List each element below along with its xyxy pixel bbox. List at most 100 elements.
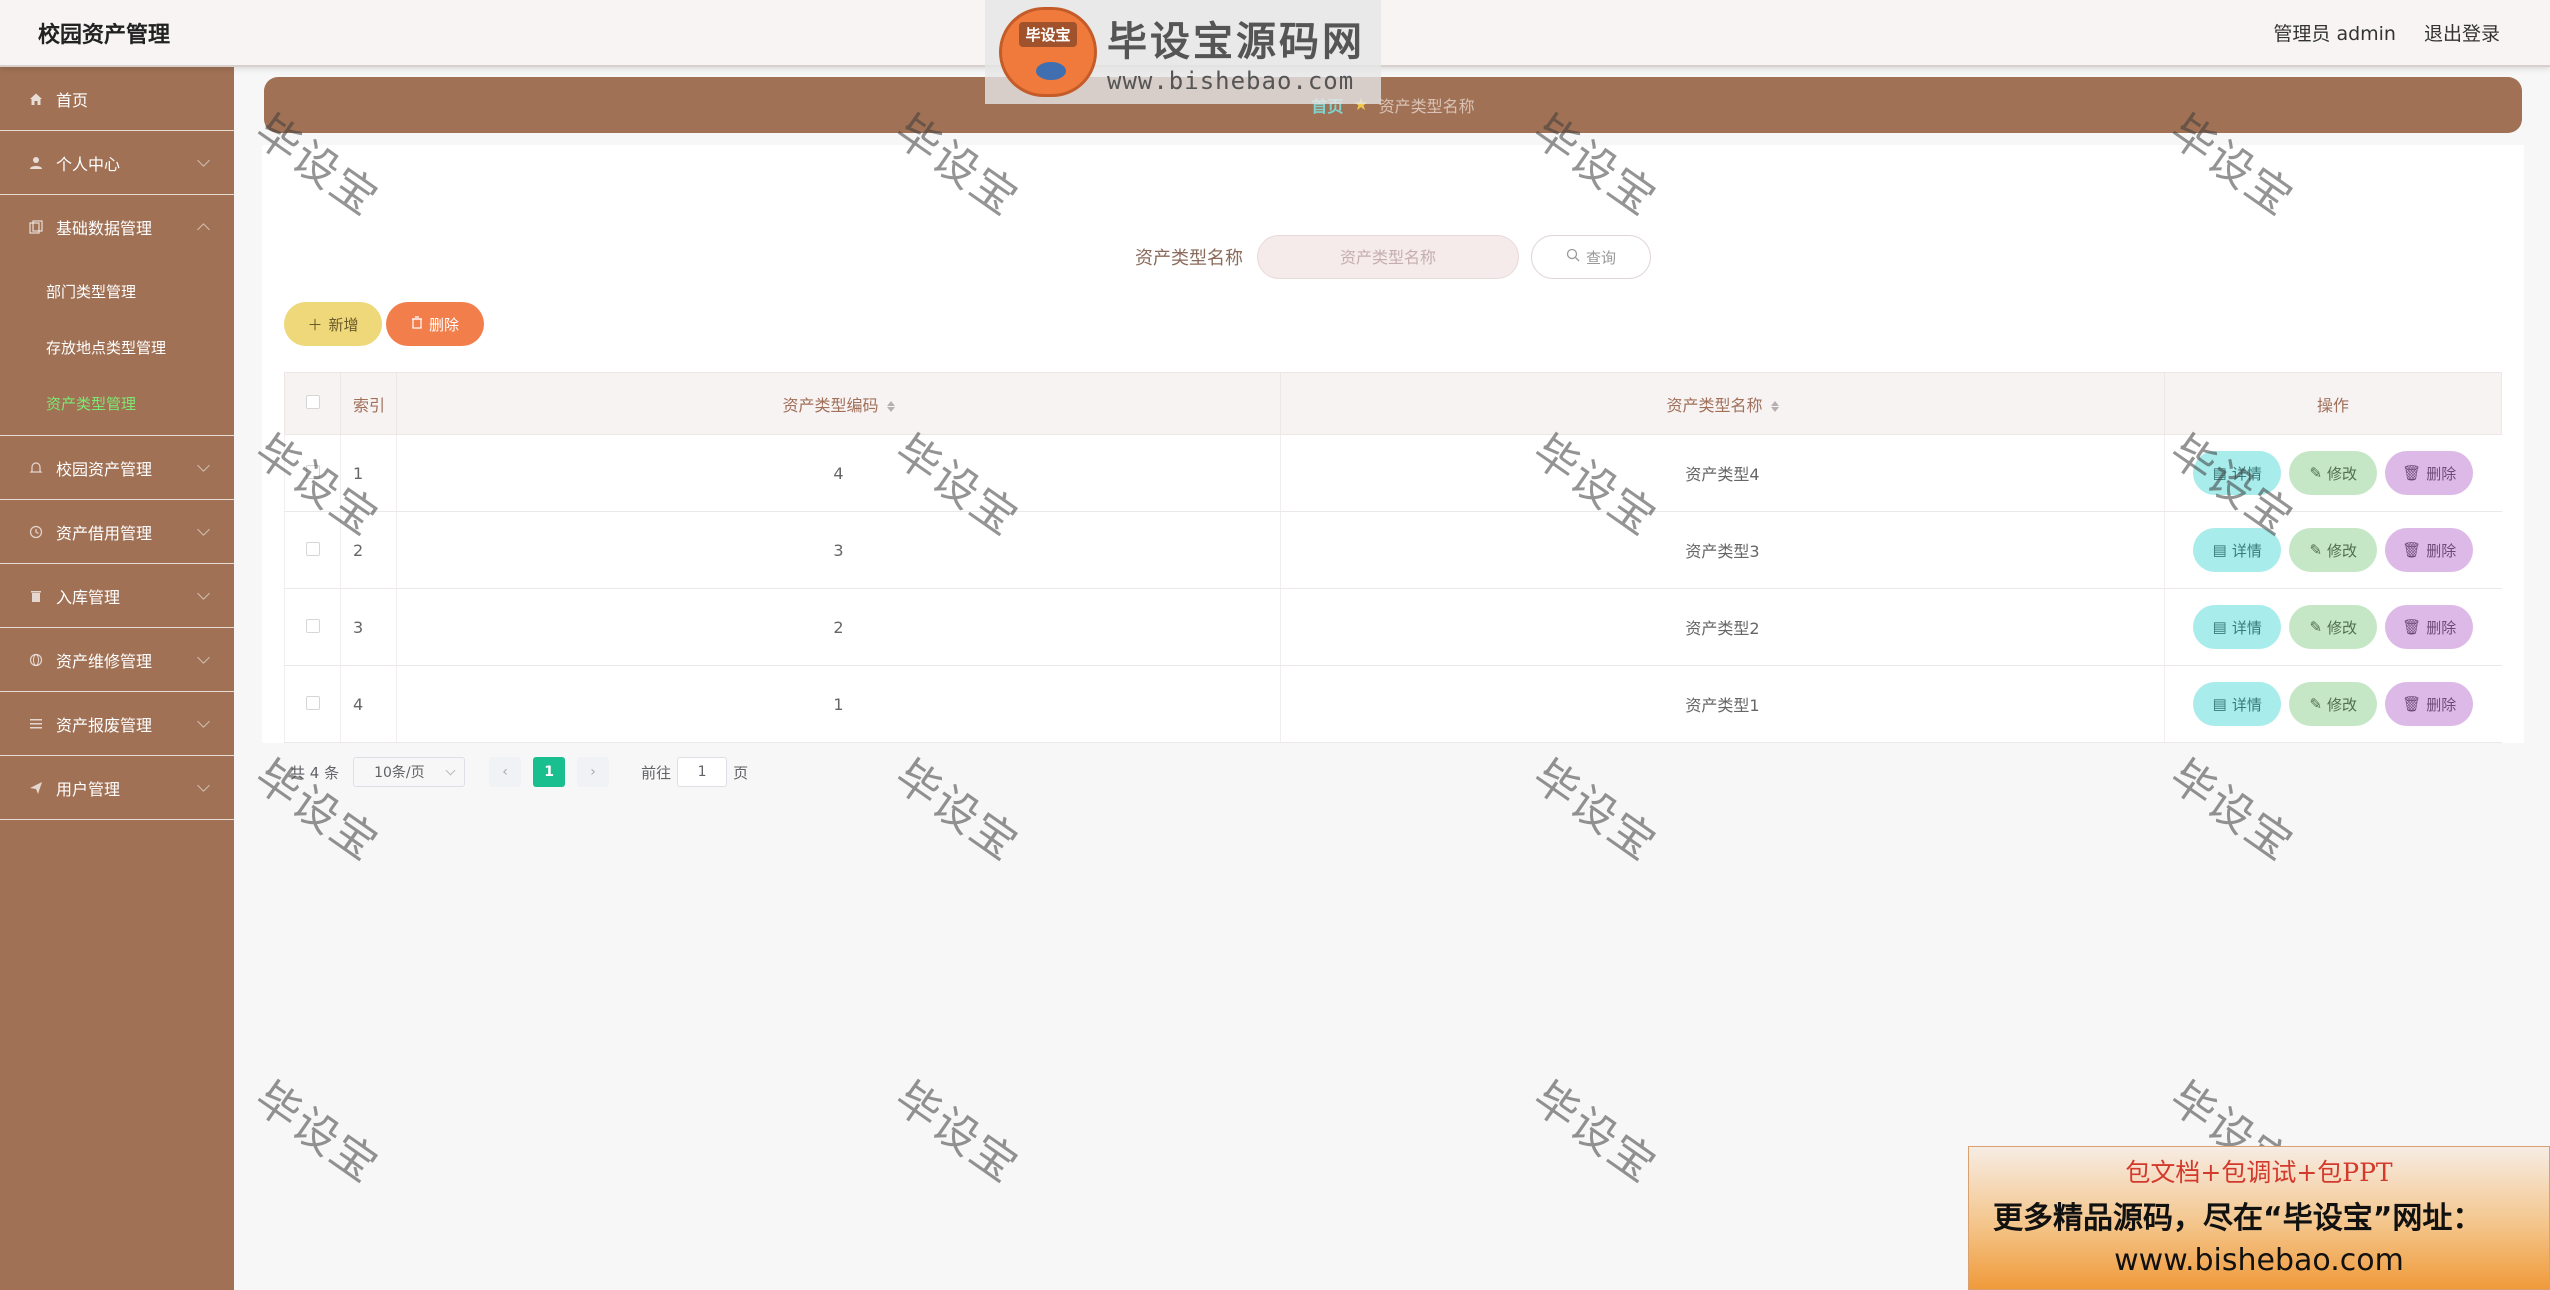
pagination-total: 共 4 条 bbox=[290, 763, 340, 782]
globe-icon bbox=[28, 652, 44, 668]
sidebar-item-asset-scrap[interactable]: 资产报废管理 bbox=[0, 692, 234, 756]
chevron-up-icon bbox=[197, 223, 210, 236]
table-row: 3 2 资产类型2 ▤ 详情 ✎ 修改 🗑 删除 bbox=[284, 588, 2502, 666]
current-user: 管理员 admin bbox=[2273, 23, 2396, 45]
goto-page-input[interactable] bbox=[677, 757, 728, 787]
next-page-button[interactable]: › bbox=[577, 757, 610, 787]
edit-button[interactable]: ✎ 修改 bbox=[2289, 682, 2378, 726]
document-icon: ▤ bbox=[2212, 465, 2227, 482]
search-row: 资产类型名称 查询 bbox=[262, 235, 2524, 279]
current-page[interactable]: 1 bbox=[533, 757, 566, 787]
sidebar-item-warehousing[interactable]: 入库管理 bbox=[0, 564, 234, 628]
detail-button[interactable]: ▤ 详情 bbox=[2193, 528, 2282, 572]
logout-link[interactable]: 退出登录 bbox=[2424, 19, 2500, 46]
select-all-cell bbox=[284, 372, 341, 435]
header-code[interactable]: 资产类型编码 bbox=[396, 372, 1281, 435]
pagination: 共 4 条 10条/页 ‹ 1 › 前往 页 bbox=[290, 757, 748, 787]
sidebar-item-label: 基础数据管理 bbox=[56, 219, 153, 238]
row-checkbox[interactable] bbox=[305, 464, 320, 479]
chevron-down-icon bbox=[197, 587, 210, 600]
sidebar-item-profile[interactable]: 个人中心 bbox=[0, 131, 234, 195]
trash-icon bbox=[411, 315, 423, 333]
cell-name: 资产类型3 bbox=[1280, 511, 2165, 589]
detail-label: 详情 bbox=[2231, 542, 2262, 560]
detail-button[interactable]: ▤ 详情 bbox=[2193, 451, 2282, 495]
sidebar-item-campus-assets[interactable]: 校园资产管理 bbox=[0, 436, 234, 500]
sidebar-subitem-location-type[interactable]: 存放地点类型管理 bbox=[0, 319, 234, 375]
sidebar-item-label: 资产报废管理 bbox=[56, 715, 153, 735]
edit-label: 修改 bbox=[2327, 542, 2358, 560]
trash-icon: 🗑 bbox=[2402, 619, 2422, 636]
trash-icon: 🗑 bbox=[2402, 465, 2422, 482]
delete-button[interactable]: 🗑 删除 bbox=[2385, 451, 2474, 495]
edit-button[interactable]: ✎ 修改 bbox=[2289, 605, 2378, 649]
row-select-cell bbox=[284, 665, 341, 743]
topbar-right: 管理员 admin 退出登录 bbox=[2273, 19, 2500, 46]
row-select-cell bbox=[284, 588, 341, 666]
edit-button[interactable]: ✎ 修改 bbox=[2289, 451, 2378, 495]
asset-type-table: 索引 资产类型编码 资产类型名称 操作 1 4 资产类型4 ▤详情 ✎修改 bbox=[284, 372, 2502, 743]
sidebar-item-home[interactable]: 首页 bbox=[0, 67, 234, 131]
edit-button[interactable]: ✎ 修改 bbox=[2289, 528, 2378, 572]
watermark-logo: 毕设宝 毕设宝源码网 www.bishebao.com bbox=[985, 0, 1381, 104]
cell-code: 3 bbox=[396, 511, 1281, 589]
page-size-select[interactable]: 10条/页 bbox=[353, 757, 466, 787]
search-input[interactable] bbox=[1257, 235, 1519, 279]
trash-icon: 🗑 bbox=[2402, 696, 2422, 713]
chevron-down-icon bbox=[197, 154, 210, 167]
chevron-down-icon bbox=[197, 651, 210, 664]
search-icon bbox=[1566, 248, 1580, 266]
header-name[interactable]: 资产类型名称 bbox=[1280, 372, 2165, 435]
submenu-basic-data: 部门类型管理 存放地点类型管理 资产类型管理 bbox=[0, 259, 234, 436]
row-checkbox[interactable] bbox=[305, 618, 320, 633]
sidebar-item-label: 个人中心 bbox=[56, 154, 121, 174]
sidebar-subitem-asset-type[interactable]: 资产类型管理 bbox=[0, 375, 234, 431]
chevron-down-icon bbox=[197, 459, 210, 472]
cell-index: 1 bbox=[340, 434, 397, 512]
edit-label: 修改 bbox=[2327, 619, 2358, 637]
sort-icon[interactable] bbox=[1770, 400, 1779, 413]
content-panel: 资产类型名称 查询 ＋ 新增 删除 bbox=[262, 145, 2524, 787]
promo-banner: 包文档+包调试+包PPT 更多精品源码，尽在“毕设宝”网址： www.bishe… bbox=[1968, 1146, 2550, 1290]
pencil-icon: ✎ bbox=[2309, 696, 2323, 713]
app-title: 校园资产管理 bbox=[38, 22, 171, 48]
select-all-checkbox[interactable] bbox=[305, 395, 320, 409]
sidebar-item-label: 资产借用管理 bbox=[56, 523, 153, 543]
search-button[interactable]: 查询 bbox=[1531, 235, 1651, 279]
breadcrumb-current: 资产类型名称 bbox=[1378, 97, 1475, 116]
cell-name: 资产类型2 bbox=[1280, 588, 2165, 666]
sidebar-item-asset-repair[interactable]: 资产维修管理 bbox=[0, 628, 234, 692]
sidebar: 首页 个人中心 基础数据管理 部门类型管理 存放地点类型管理 资产类型管理 校园… bbox=[0, 67, 234, 1290]
detail-button[interactable]: ▤ 详情 bbox=[2193, 682, 2282, 726]
promo-line-2: 更多精品源码，尽在“毕设宝”网址： bbox=[1993, 1201, 2483, 1236]
main-content: 首页 ★ 资产类型名称 资产类型名称 查询 ＋ 新增 删除 bbox=[234, 67, 2550, 1290]
sidebar-subitem-department-type[interactable]: 部门类型管理 bbox=[0, 263, 234, 319]
sidebar-item-users[interactable]: 用户管理 bbox=[0, 756, 234, 820]
batch-delete-button[interactable]: 删除 bbox=[386, 302, 484, 346]
delete-button[interactable]: 🗑 删除 bbox=[2385, 605, 2474, 649]
header-ops: 操作 bbox=[2164, 372, 2502, 435]
delete-button[interactable]: 🗑 删除 bbox=[2385, 682, 2474, 726]
sort-icon[interactable] bbox=[886, 400, 895, 413]
table-row: 1 4 资产类型4 ▤ 详情 ✎ 修改 🗑 删除 bbox=[284, 434, 2502, 512]
document-icon: ▤ bbox=[2212, 542, 2227, 559]
prev-page-button[interactable]: ‹ bbox=[489, 757, 522, 787]
cell-index: 2 bbox=[340, 511, 397, 589]
edit-label: 修改 bbox=[2327, 696, 2358, 714]
cell-index: 3 bbox=[340, 588, 397, 666]
row-checkbox[interactable] bbox=[305, 541, 320, 556]
sidebar-item-asset-borrow[interactable]: 资产借用管理 bbox=[0, 500, 234, 564]
cell-ops: ▤ 详情 ✎ 修改 🗑 删除 bbox=[2164, 665, 2502, 743]
chevron-right-icon: › bbox=[590, 764, 596, 780]
action-row: ＋ 新增 删除 bbox=[284, 302, 484, 346]
row-select-cell bbox=[284, 511, 341, 589]
sidebar-item-basic-data[interactable]: 基础数据管理 bbox=[0, 195, 234, 259]
pencil-icon: ✎ bbox=[2309, 619, 2323, 636]
mascot-icon: 毕设宝 bbox=[999, 7, 1097, 97]
delete-button[interactable]: 🗑 删除 bbox=[2385, 528, 2474, 572]
pencil-icon: ✎ bbox=[2309, 542, 2323, 559]
document-icon: ▤ bbox=[2212, 696, 2227, 713]
detail-button[interactable]: ▤ 详情 bbox=[2193, 605, 2282, 649]
add-button[interactable]: ＋ 新增 bbox=[284, 302, 382, 346]
row-checkbox[interactable] bbox=[305, 695, 320, 710]
